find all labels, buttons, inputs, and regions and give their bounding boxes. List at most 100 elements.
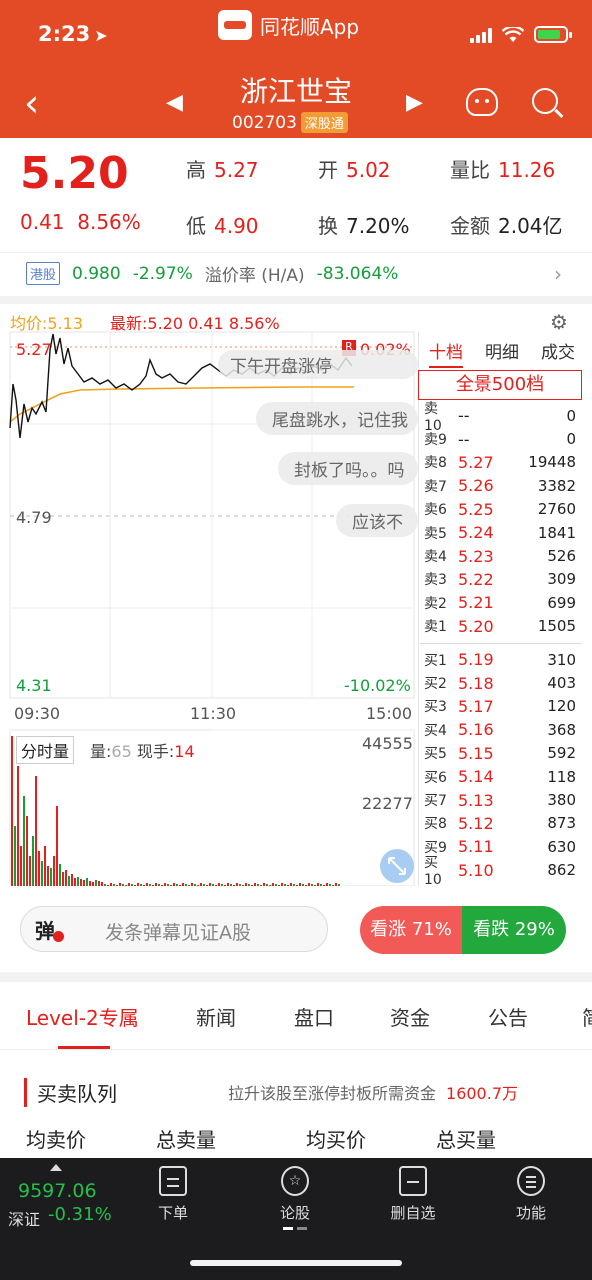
volume-bar — [296, 885, 298, 886]
ask-volume: 526 — [547, 547, 576, 566]
ask-price: 5.21 — [458, 593, 494, 613]
nav-discuss[interactable]: ☆ 论股 — [260, 1166, 330, 1230]
vote-down-button[interactable]: 看跌 29% — [462, 906, 566, 954]
volume-bar — [167, 884, 169, 886]
col-total-buy-vol: 总买量 — [436, 1128, 496, 1152]
ask-row[interactable]: 卖5 5.24 1841 — [418, 521, 584, 544]
bid-row[interactable]: 买3 5.17 120 — [418, 695, 584, 718]
tab-level2[interactable]: Level-2专属 — [26, 1002, 139, 1031]
bid-row[interactable]: 买7 5.13 380 — [418, 788, 584, 811]
current-price: 5.20 — [20, 148, 129, 199]
queue-note: 拉升该股至涨停封板所需资金 1600.7万 — [228, 1080, 518, 1104]
bid-level-label: 买3 — [424, 699, 447, 716]
volume-bar — [74, 878, 76, 886]
now-hand-value: 14 — [174, 742, 195, 761]
ask-row[interactable]: 卖10 -- 0 — [418, 401, 584, 434]
bid-volume: 118 — [547, 767, 576, 786]
status-time-text: 2:23 — [38, 22, 91, 46]
ask-volume: 699 — [547, 593, 576, 612]
ask-row[interactable]: 卖2 5.21 699 — [418, 591, 584, 614]
bid-row[interactable]: 买10 5.10 862 — [418, 855, 584, 888]
nav-functions-label: 功能 — [515, 1204, 546, 1222]
amount-item: 金额 2.04亿 — [450, 210, 563, 239]
nav-functions[interactable]: 功能 — [496, 1166, 566, 1223]
volume-bar — [191, 883, 193, 886]
bid-price: 5.11 — [458, 837, 494, 857]
ask-row[interactable]: 卖7 5.26 3382 — [418, 474, 584, 497]
bid-price: 5.14 — [458, 767, 494, 787]
volume-bar — [179, 885, 181, 886]
index-value[interactable]: 9597.06 — [18, 1180, 97, 1202]
volume-bar — [50, 868, 52, 886]
volume-bar — [44, 846, 46, 886]
volume-bar — [206, 885, 208, 886]
next-stock-button[interactable]: ▶ — [406, 90, 423, 115]
ask-level-label: 卖4 — [424, 549, 447, 566]
volume-bar — [308, 883, 310, 886]
tab-funds[interactable]: 资金 — [390, 1002, 430, 1031]
volume-bar — [275, 884, 277, 886]
ask-row[interactable]: 卖4 5.23 526 — [418, 544, 584, 567]
premium-label: 溢价率 (H/A) — [204, 266, 305, 286]
volume-bar — [284, 884, 286, 886]
ask-price: 5.24 — [458, 523, 494, 543]
bid-row[interactable]: 买1 5.19 310 — [418, 648, 584, 671]
volume-bar — [17, 766, 19, 886]
volume-bar — [260, 885, 262, 886]
ask-row[interactable]: 卖1 5.20 1505 — [418, 615, 584, 638]
bid-row[interactable]: 买4 5.16 368 — [418, 718, 584, 741]
tab-ten-levels[interactable]: 十档 — [429, 338, 463, 368]
bid-volume: 862 — [547, 861, 576, 880]
gear-icon[interactable]: ⚙ — [550, 310, 568, 334]
volume-bar — [215, 885, 217, 886]
menu-circle-icon — [517, 1166, 545, 1196]
bid-price: 5.18 — [458, 673, 494, 693]
ask-price: -- — [458, 406, 470, 426]
search-icon[interactable] — [532, 88, 558, 114]
hk-tag: 港股 — [26, 262, 61, 285]
vote-up-button[interactable]: 看涨 71% — [360, 906, 462, 954]
volume-bar — [170, 885, 172, 886]
bid-volume: 380 — [547, 791, 576, 810]
high-value: 5.27 — [214, 158, 259, 182]
danmu-bubble: 下午开盘涨停 — [218, 350, 418, 379]
ask-price: 5.20 — [458, 616, 494, 636]
volume-readout: 量:65 现手:14 — [90, 738, 195, 762]
ask-row[interactable]: 卖9 -- 0 — [418, 427, 584, 450]
vol-mid-label: 22277 — [362, 794, 413, 813]
robot-assistant-icon[interactable] — [466, 88, 498, 116]
full-depth-button[interactable]: 全景500档 — [418, 370, 582, 400]
ask-price: 5.22 — [458, 569, 494, 589]
volume-bar — [14, 826, 16, 886]
bid-row[interactable]: 买8 5.12 873 — [418, 812, 584, 835]
volume-bar — [299, 883, 301, 886]
tab-handicap[interactable]: 盘口 — [294, 1002, 334, 1031]
hk-price: 0.980 — [72, 263, 121, 284]
danmu-input[interactable]: 弹 发条弹幕见证A股 — [20, 906, 328, 952]
intraday-chart[interactable] — [0, 304, 418, 886]
bid-row[interactable]: 买5 5.15 592 — [418, 742, 584, 765]
tab-announcements[interactable]: 公告 — [488, 1002, 528, 1031]
hk-share-row[interactable]: 港股 0.980 -2.97% 溢价率 (H/A) -83.064% › — [0, 252, 592, 294]
bid-row[interactable]: 买2 5.18 403 — [418, 671, 584, 694]
bid-level-label: 买8 — [424, 816, 447, 833]
volume-bar — [245, 883, 247, 886]
ask-row[interactable]: 卖8 5.27 19448 — [418, 451, 584, 474]
tab-news[interactable]: 新闻 — [196, 1002, 236, 1031]
nav-order[interactable]: 下单 — [138, 1166, 208, 1223]
tab-trades[interactable]: 成交 — [541, 338, 575, 368]
danmu-bubble: 应该不 — [336, 504, 418, 537]
tab-details[interactable]: 明细 — [485, 338, 519, 368]
minus-box-icon — [399, 1166, 427, 1196]
ask-row[interactable]: 卖6 5.25 2760 — [418, 498, 584, 521]
ask-level-label: 卖6 — [424, 502, 447, 519]
volume-bar — [305, 885, 307, 886]
ask-row[interactable]: 卖3 5.22 309 — [418, 568, 584, 591]
volume-bar — [263, 883, 265, 886]
expand-up-icon[interactable] — [50, 1164, 62, 1171]
bid-row[interactable]: 买6 5.14 118 — [418, 765, 584, 788]
nav-remove-watchlist[interactable]: 删自选 — [378, 1166, 448, 1223]
volume-bar — [137, 883, 139, 886]
tab-brief[interactable]: 简 — [582, 1002, 592, 1031]
amount-label: 金额 — [450, 214, 490, 238]
